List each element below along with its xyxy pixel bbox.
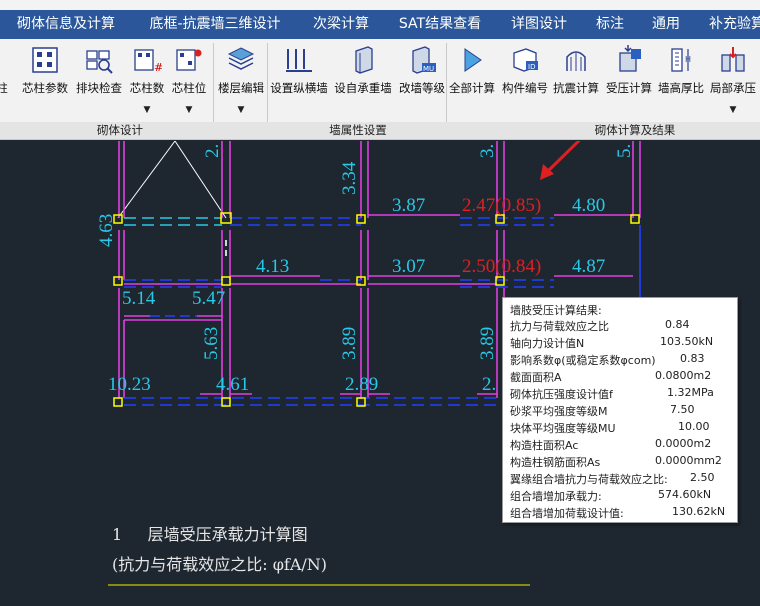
column-button[interactable]: 柱	[0, 43, 14, 121]
group-masonry-design: 砌体设计	[97, 123, 143, 137]
core-column-position-label: 芯柱位	[171, 81, 207, 95]
label-4-13: 4.13	[256, 256, 289, 277]
compression-calc-label: 受压计算	[606, 81, 652, 95]
label-2-partial: 2.	[482, 374, 496, 395]
block-check-button[interactable]: 排块检查	[72, 43, 126, 121]
core-column-count-label: 芯柱数	[129, 81, 165, 95]
label-5-47: 5.47	[192, 288, 225, 309]
member-number-label: 构件编号	[502, 81, 548, 95]
member-number-icon: ID	[513, 48, 538, 72]
set-wall-icon	[286, 49, 312, 72]
wall-ratio-label: 墙高厚比	[658, 81, 704, 95]
column-button-label: 柱	[0, 81, 8, 95]
self-bearing-wall-label: 设自承重墙	[334, 81, 392, 95]
svg-text:MU: MU	[423, 65, 434, 73]
block-check-label: 排块检查	[76, 81, 122, 95]
tab-secondary-beam[interactable]: 次梁计算	[306, 10, 376, 39]
seismic-calc-button[interactable]: 抗震计算	[550, 43, 602, 121]
core-column-count-button[interactable]: # 芯柱数 ▼	[126, 43, 168, 121]
tab-detail-design[interactable]: 详图设计	[504, 10, 574, 39]
tab-general[interactable]: 通用	[646, 10, 686, 39]
wall-grade-label: 改墙等级	[399, 81, 445, 95]
core-column-count-icon: #	[134, 49, 162, 74]
tooltip-title: 墙肢受压计算结果:	[510, 304, 602, 317]
caption-title: 1 层墙受压承载力计算图	[112, 525, 308, 544]
drawing-canvas[interactable]: 2. 3.34 3. 5. 3.87 2.47(0.85) 4.80 4.63 …	[0, 141, 760, 606]
label-3-89-left: 3.89	[339, 327, 360, 360]
ribbon-panel: 柱 芯柱参数 排块检查 # 芯柱数 ▼	[0, 39, 760, 140]
core-column-params-label: 芯柱参数	[22, 81, 68, 95]
compression-calc-icon	[619, 45, 641, 72]
tab-masonry-info[interactable]: 砌体信息及计算	[7, 10, 125, 39]
label-3-07: 3.07	[392, 256, 425, 277]
chevron-down-icon[interactable]: ▼	[730, 105, 737, 115]
annotation-arrow	[540, 141, 581, 180]
seismic-calc-icon	[566, 51, 586, 71]
caption-subtitle: (抗力与荷载效应之比: φfA/N)	[112, 555, 327, 574]
tab-annotation[interactable]: 标注	[590, 10, 630, 39]
chevron-down-icon[interactable]: ▼	[238, 105, 245, 115]
label-10-23: 10.23	[108, 374, 151, 395]
label-4-80: 4.80	[572, 195, 605, 216]
core-column-params-icon	[32, 47, 58, 73]
set-wall-button[interactable]: 设置纵横墙	[267, 43, 331, 121]
wall-ratio-button[interactable]: H 墙高厚比	[654, 43, 708, 121]
local-bearing-icon	[721, 47, 745, 72]
core-column-position-button[interactable]: 芯柱位 ▼	[168, 43, 210, 121]
wall-grade-icon: MU	[412, 46, 436, 74]
self-bearing-wall-button[interactable]: 设自承重墙	[331, 43, 395, 121]
label-2-top: 2.	[202, 144, 223, 158]
core-column-params-button[interactable]: 芯柱参数	[18, 43, 72, 121]
label-3-34: 3.34	[339, 161, 360, 195]
group-masonry-calc-results: 砌体计算及结果	[594, 123, 676, 137]
label-2-50-ratio: 2.50(0.84)	[462, 256, 541, 277]
label-4-61: 4.61	[216, 374, 249, 395]
group-wall-properties: 墙属性设置	[329, 123, 387, 137]
floor-edit-label: 楼层编辑	[218, 81, 264, 95]
wall-ratio-icon: H	[671, 48, 691, 72]
core-column-position-icon	[176, 49, 202, 71]
label-4-63: 4.63	[96, 214, 117, 247]
label-5-top: 5.	[614, 144, 635, 158]
floor-edit-button[interactable]: 楼层编辑 ▼	[214, 43, 268, 121]
local-bearing-label: 局部承压	[710, 81, 756, 95]
self-bearing-wall-icon	[355, 46, 373, 74]
window-title-strip	[0, 0, 760, 10]
label-3-89-right: 3.89	[477, 327, 498, 360]
run-all-label: 全部计算	[449, 81, 495, 95]
local-bearing-button[interactable]: 局部承压 ▼	[706, 43, 760, 121]
member-number-button[interactable]: ID 构件编号	[498, 43, 552, 121]
svg-text:#: #	[154, 61, 162, 74]
floor-edit-icon	[227, 47, 255, 70]
label-3-87: 3.87	[392, 195, 425, 216]
chevron-down-icon[interactable]: ▼	[144, 105, 151, 115]
wall-grade-button[interactable]: MU 改墙等级	[395, 43, 449, 121]
label-3-top: 3.	[477, 144, 498, 158]
run-all-icon	[464, 48, 482, 72]
label-5-14: 5.14	[122, 288, 156, 309]
run-all-button[interactable]: 全部计算	[446, 43, 498, 121]
label-4-87: 4.87	[572, 256, 605, 277]
svg-text:H: H	[685, 55, 691, 64]
ribbon-tab-bar: 砌体信息及计算 底框-抗震墙三维设计 次梁计算 SAT结果查看 详图设计 标注 …	[0, 10, 760, 39]
seismic-calc-label: 抗震计算	[553, 81, 599, 95]
set-wall-label: 设置纵横墙	[270, 81, 328, 95]
svg-text:ID: ID	[528, 63, 535, 71]
block-check-icon	[86, 50, 113, 74]
label-5-63: 5.63	[201, 327, 222, 360]
chevron-down-icon[interactable]: ▼	[186, 105, 193, 115]
result-tooltip: 墙肢受压计算结果: 抗力与荷载效应之比 0.84 轴向力设计值N 103.50kN …	[502, 297, 738, 523]
tab-frame-seismic-3d[interactable]: 底框-抗震墙三维设计	[140, 10, 290, 39]
compression-calc-button[interactable]: 受压计算	[602, 43, 656, 121]
tab-sat-results[interactable]: SAT结果查看	[392, 10, 488, 39]
label-2-47-ratio: 2.47(0.85)	[462, 195, 541, 216]
label-2-89: 2.89	[345, 374, 378, 395]
tab-supplementary-check[interactable]: 补充验算	[702, 10, 760, 39]
